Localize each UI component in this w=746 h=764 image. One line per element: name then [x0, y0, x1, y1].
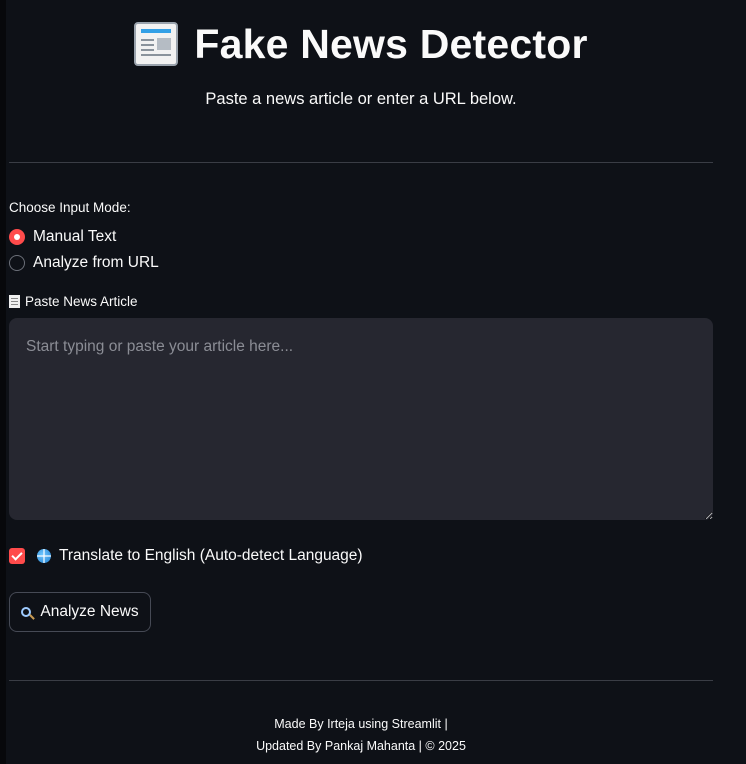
radio-unselected-icon[interactable] — [9, 255, 25, 271]
analyze-news-label: Analyze News — [40, 603, 139, 620]
article-label-text: Paste News Article — [25, 294, 138, 309]
analyze-news-button[interactable]: Analyze News — [9, 592, 151, 632]
radio-selected-icon[interactable] — [9, 229, 25, 245]
translate-checkbox[interactable] — [9, 548, 25, 564]
magnifier-icon — [21, 607, 32, 617]
divider-top — [9, 162, 713, 163]
page-title: Fake News Detector — [194, 20, 588, 67]
header: Fake News Detector — [9, 16, 713, 72]
translate-label: Translate to English (Auto-detect Langua… — [59, 547, 363, 564]
radio-analyze-url[interactable]: Analyze from URL — [9, 254, 159, 272]
radio-manual-text[interactable]: Manual Text — [9, 228, 116, 246]
page-icon — [9, 295, 20, 308]
divider-bottom — [9, 680, 713, 681]
globe-icon — [37, 549, 51, 563]
radio-analyze-url-label: Analyze from URL — [33, 254, 159, 271]
input-mode-label: Choose Input Mode: — [9, 200, 131, 215]
article-textarea[interactable] — [9, 318, 713, 520]
translate-checkbox-row[interactable]: Translate to English (Auto-detect Langua… — [9, 547, 363, 565]
window-edge — [0, 0, 6, 764]
page-subtitle: Paste a news article or enter a URL belo… — [205, 90, 517, 108]
article-label: Paste News Article — [9, 294, 138, 309]
footer-credit-line1: Made By Irteja using Streamlit | — [274, 717, 448, 731]
newspaper-icon — [134, 22, 179, 66]
radio-manual-text-label: Manual Text — [33, 228, 117, 245]
footer-credit-line2: Updated By Pankaj Mahanta | © 2025 — [256, 739, 466, 753]
